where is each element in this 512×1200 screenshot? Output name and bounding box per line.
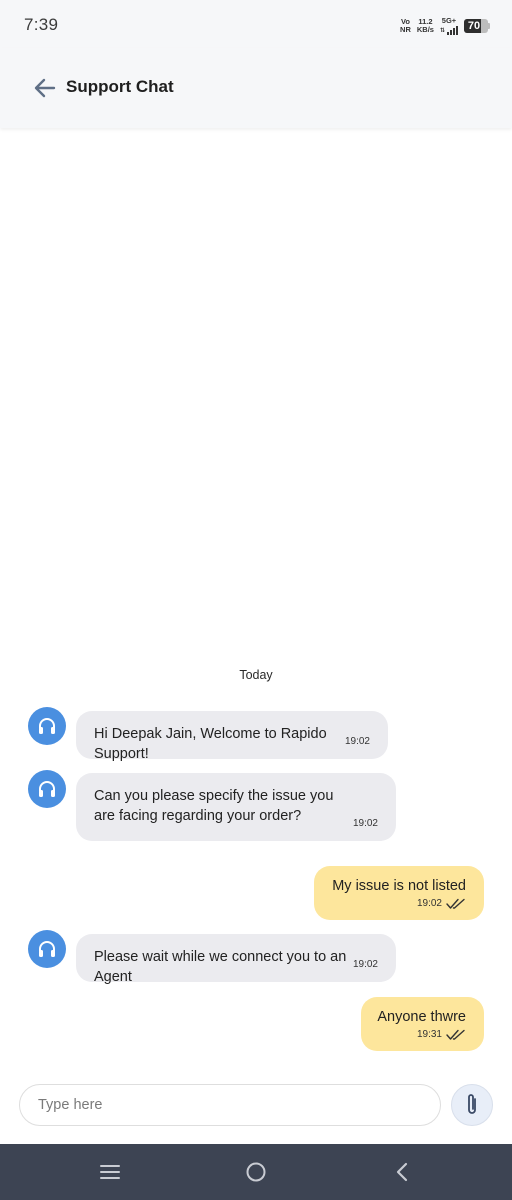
message-bubble-incoming[interactable]: Hi Deepak Jain, Welcome to Rapido Suppor… bbox=[76, 711, 388, 762]
arrow-left-icon bbox=[34, 78, 56, 98]
message-bubble-outgoing[interactable]: Anyone thwre 19:31 bbox=[361, 997, 484, 1051]
status-time: 7:39 bbox=[24, 15, 59, 34]
message-text: Can you please specify the issue you are… bbox=[94, 788, 334, 824]
message-text: Hi Deepak Jain, Welcome to Rapido Suppor… bbox=[94, 726, 327, 762]
back-button[interactable] bbox=[32, 76, 58, 100]
message-time: 19:31 bbox=[416, 1029, 442, 1040]
message-bubble-incoming[interactable]: Please wait while we connect you to an A… bbox=[76, 934, 396, 985]
message-time: 19:02 bbox=[416, 898, 442, 909]
headset-icon bbox=[39, 781, 55, 797]
message-bubble-outgoing[interactable]: My issue is not listed 19:02 bbox=[314, 866, 484, 920]
battery-level: 70 bbox=[467, 20, 481, 32]
back-chevron-icon bbox=[396, 1162, 408, 1182]
message-text: My issue is not listed bbox=[332, 878, 466, 894]
message-composer bbox=[0, 1068, 512, 1144]
headset-icon bbox=[39, 718, 55, 734]
message-text: Please wait while we connect you to an A… bbox=[94, 949, 347, 985]
page-title: Support Chat bbox=[66, 77, 174, 96]
status-indicators: Vo NR 11.2 KB/s 5G+ ⇅ 70 bbox=[400, 17, 490, 35]
app-header: Support Chat bbox=[0, 48, 512, 128]
cellular-indicator: 5G+ ⇅ bbox=[440, 17, 458, 35]
message-text: Anyone thwre bbox=[377, 1009, 466, 1025]
message-time: 19:02 bbox=[344, 736, 370, 747]
status-bar: 7:39 Vo NR 11.2 KB/s 5G+ ⇅ 70 bbox=[0, 0, 512, 48]
message-time: 19:02 bbox=[352, 959, 378, 970]
system-back-button[interactable] bbox=[390, 1160, 414, 1184]
paperclip-icon bbox=[468, 1094, 476, 1114]
home-circle-icon bbox=[246, 1162, 266, 1182]
menu-icon bbox=[100, 1165, 120, 1179]
message-input[interactable] bbox=[19, 1084, 441, 1126]
headset-icon bbox=[39, 941, 55, 957]
message-bubble-incoming[interactable]: Can you please specify the issue you are… bbox=[76, 773, 396, 841]
day-divider: Today bbox=[239, 668, 273, 682]
volte-indicator: Vo NR bbox=[400, 18, 411, 34]
speed-unit: KB/s bbox=[416, 25, 434, 34]
signal-bars-icon: ⇅ bbox=[440, 25, 458, 35]
double-check-icon bbox=[446, 1029, 465, 1040]
battery-icon: 70 bbox=[464, 19, 490, 33]
message-meta: 19:31 bbox=[417, 1025, 466, 1045]
chat-area[interactable]: Today Hi Deepak Jain, Welcome to Rapido … bbox=[0, 128, 512, 1068]
agent-avatar bbox=[28, 930, 66, 968]
agent-avatar bbox=[28, 707, 66, 745]
agent-avatar bbox=[28, 770, 66, 808]
network-bottom-label: NR bbox=[400, 25, 411, 34]
signal-label: 5G+ bbox=[441, 16, 457, 25]
network-speed: 11.2 KB/s bbox=[417, 18, 434, 34]
message-meta: 19:02 bbox=[417, 894, 466, 914]
message-time: 19:02 bbox=[352, 818, 378, 829]
system-navigation-bar bbox=[0, 1144, 512, 1200]
attach-button[interactable] bbox=[451, 1084, 493, 1126]
recent-apps-button[interactable] bbox=[98, 1160, 122, 1184]
double-check-icon bbox=[446, 898, 465, 909]
home-button[interactable] bbox=[244, 1160, 268, 1184]
